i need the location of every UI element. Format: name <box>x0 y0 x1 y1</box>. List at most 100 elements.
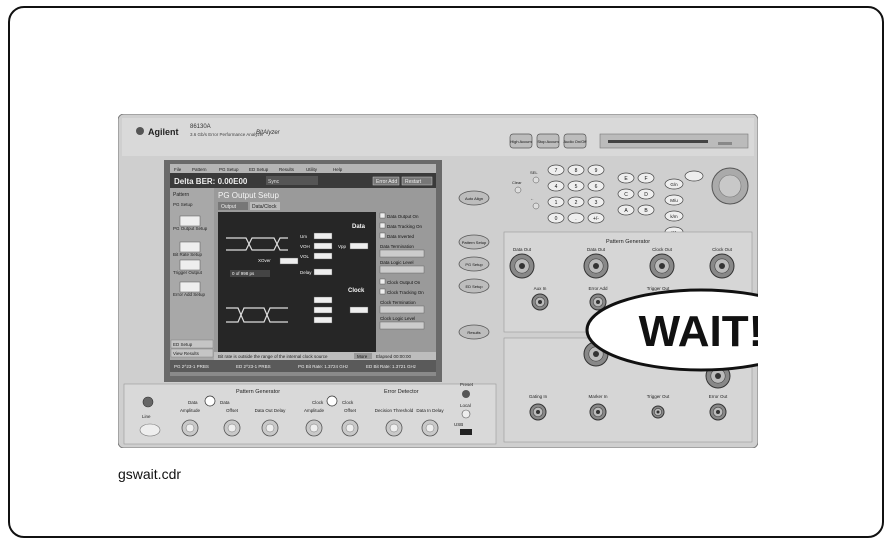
voh-label: VOH <box>300 244 310 249</box>
bottom-status-2: PG Bit Rate: 1.3724 GHz <box>298 364 349 369</box>
pg-aux-label: Aux In <box>534 286 547 291</box>
option-label-3: Data Termination <box>380 244 414 249</box>
pgm-key[interactable] <box>684 170 704 182</box>
center-button-label-3: ED Setup <box>465 284 483 289</box>
bottom-status-3: ED Bit Rate: 1.3721 GHz <box>366 364 417 369</box>
unit-key-label: G/n <box>670 182 678 187</box>
keypad-side-button[interactable] <box>514 186 522 194</box>
pg-knob-label: Amplitude <box>304 408 325 413</box>
sidebar-item-1[interactable]: PG Output Setup <box>173 226 208 231</box>
hex-key-label: C <box>624 192 628 198</box>
clock-label: Clock <box>348 288 365 294</box>
option-label-1: Data Tracking On <box>387 224 423 229</box>
delay-label: Delay <box>300 270 312 275</box>
hex-key-label: D <box>644 192 648 198</box>
sidebar-item-0[interactable]: PG Setup <box>173 202 193 207</box>
value-input[interactable] <box>313 242 333 250</box>
menu-item-4[interactable]: Results <box>279 167 295 172</box>
center-button-label-2: PG Setup <box>465 262 483 267</box>
option-dropdown-4[interactable] <box>379 265 425 274</box>
value-input[interactable] <box>313 268 333 276</box>
top-button-label-1: Stop Accum <box>537 139 559 144</box>
keypad-key-label: 3 <box>595 200 598 206</box>
keypad-side-button[interactable] <box>532 176 540 184</box>
center-button-label-0: Auto Align <box>465 196 483 201</box>
bottom-status-0: PG 2^23-1 PRBS <box>174 364 209 369</box>
signature: BitAlyzer <box>256 130 281 136</box>
sidebar-item-4[interactable]: Error Add Setup <box>173 292 206 297</box>
data-output-switch[interactable] <box>204 395 216 407</box>
hex-key-label: F <box>644 176 647 182</box>
ed-connector-label: Error Out <box>709 394 728 399</box>
bottom-error-detector-title: Error Detector <box>384 389 419 395</box>
value-input[interactable] <box>349 306 369 314</box>
pg-connector-label: Clock Out <box>652 247 673 252</box>
tab-output-label: Output <box>221 204 237 210</box>
pg-switch-label: Data <box>220 400 230 405</box>
value-input[interactable] <box>313 296 333 304</box>
keypad-side-button[interactable] <box>532 202 540 210</box>
sidebar-icon-2 <box>179 241 201 253</box>
sidebar-bottom-label-0: ED Setup <box>173 342 193 347</box>
menu-item-5[interactable]: Utility <box>306 167 318 172</box>
sidebar-item-3[interactable]: Trigger Output <box>173 270 203 275</box>
sidebar-title: Pattern <box>173 192 189 198</box>
option-dropdown-3[interactable] <box>379 249 425 258</box>
model-number: 86130A <box>190 124 211 130</box>
value-input[interactable] <box>313 306 333 314</box>
option-checkbox-0[interactable] <box>379 212 386 219</box>
option-checkbox-2[interactable] <box>379 232 386 239</box>
keypad-key-label: 9 <box>595 168 598 174</box>
menu-item-3[interactable]: ED Setup <box>249 167 269 172</box>
value-input[interactable] <box>279 257 299 265</box>
ed-knob-label: Decision Threshold <box>375 408 414 413</box>
more-button-label: More <box>357 354 368 359</box>
option-dropdown-8[interactable] <box>379 321 425 330</box>
center-button-label-1: Pattern Setup <box>462 240 487 245</box>
keypad-side-label: SEL <box>530 170 538 175</box>
line-label: Line <box>142 414 151 419</box>
preset-button[interactable] <box>462 390 470 398</box>
menu-item-2[interactable]: PG Setup <box>219 167 239 172</box>
sidebar-item-2[interactable]: Bit Rate Setup <box>173 252 203 257</box>
center-button-label-4: Results <box>467 330 480 335</box>
menu-item-6[interactable]: Help <box>333 167 343 172</box>
menu-item-1[interactable]: Pattern <box>192 167 207 172</box>
option-label-4: Data Logic Level <box>380 260 414 265</box>
value-input[interactable] <box>313 232 333 240</box>
sidebar-icon-1 <box>179 215 201 227</box>
option-checkbox-5[interactable] <box>379 278 386 285</box>
keypad-key-label: 4 <box>555 184 558 190</box>
local-label: Local <box>460 403 471 408</box>
value-input[interactable] <box>349 242 369 250</box>
option-label-6: Clock Tracking On <box>387 290 424 295</box>
preset-label: Preset <box>460 382 474 387</box>
menu-item-0[interactable]: File <box>174 167 182 172</box>
pg-knob-label: Offset <box>344 408 357 413</box>
wait-text: WAIT! <box>639 307 758 356</box>
sidebar-icon-3 <box>179 259 201 271</box>
local-button[interactable] <box>461 409 471 419</box>
keypad-key-label: 0 <box>555 216 558 222</box>
pg-connector-label: Data Out <box>587 247 606 252</box>
delta-ber: Delta BER: 0.00E00 <box>174 177 248 186</box>
value-input[interactable] <box>313 316 333 324</box>
keypad-key-label: 7 <box>555 168 558 174</box>
sidebar-icon-4 <box>179 281 201 293</box>
line-button[interactable] <box>139 423 161 437</box>
sync-label: Sync <box>268 179 280 185</box>
keypad-side-label: Clear <box>512 180 522 185</box>
option-checkbox-6[interactable] <box>379 288 386 295</box>
pg-switch-label: Data <box>188 400 198 405</box>
usb-port[interactable] <box>460 429 472 435</box>
xover-label: XOver <box>258 258 271 263</box>
value-input[interactable] <box>313 252 333 260</box>
restart-button-label: Restart <box>405 179 422 185</box>
power-switch[interactable] <box>142 396 154 408</box>
pg-aux-label: Error Add <box>588 286 608 291</box>
option-dropdown-7[interactable] <box>379 305 425 314</box>
usb-label: USB <box>454 422 463 427</box>
option-checkbox-1[interactable] <box>379 222 386 229</box>
clock-output-switch[interactable] <box>326 395 338 407</box>
keypad-key-label: 8 <box>575 168 578 174</box>
